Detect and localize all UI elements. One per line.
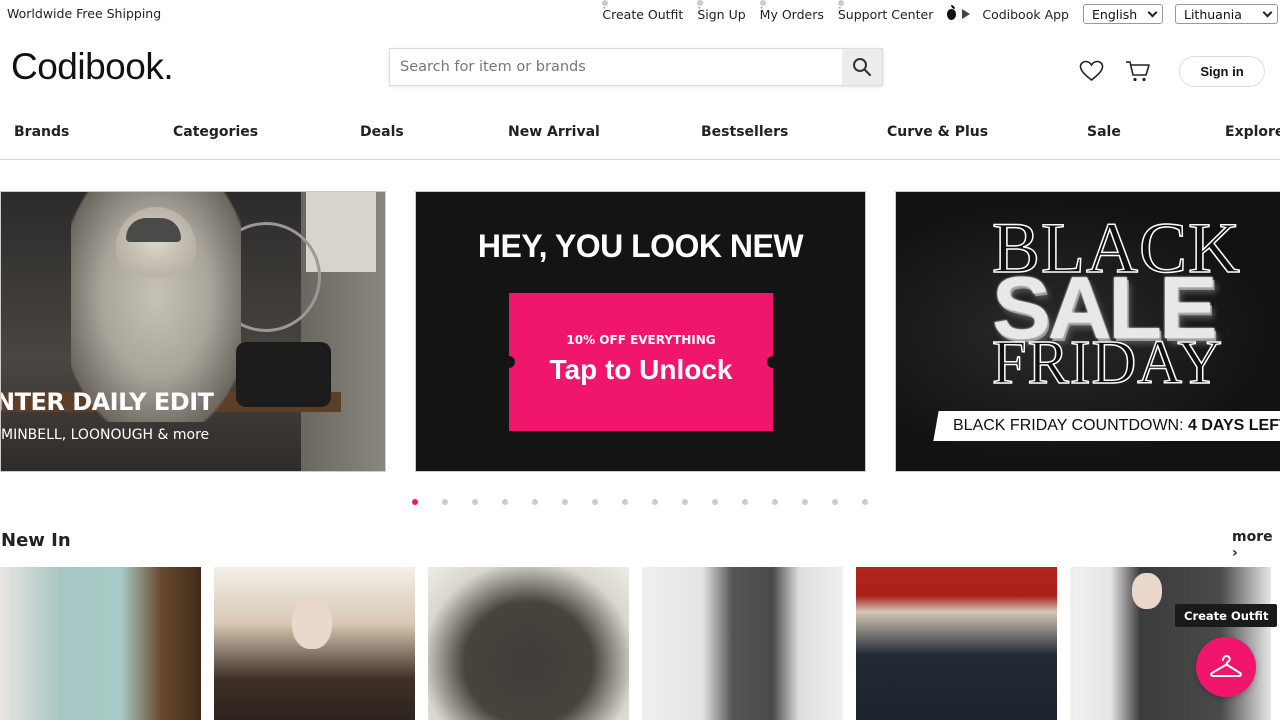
coupon-cta-text: Tap to Unlock — [549, 354, 733, 385]
hanger-icon — [1210, 655, 1242, 677]
carousel-dot[interactable] — [712, 499, 718, 505]
carousel-dot[interactable] — [832, 499, 838, 505]
product-card[interactable] — [856, 567, 1057, 720]
banner-subtitle: MINBELL, LOONOUGH & more — [1, 427, 210, 443]
carousel-dot[interactable] — [652, 499, 658, 505]
google-play-icon — [962, 9, 971, 19]
search-icon — [853, 58, 872, 77]
codibook-app-label: Codibook App — [982, 6, 1069, 22]
bullet: · — [697, 0, 704, 15]
create-outfit-link[interactable]: · Create Outfit — [602, 0, 684, 22]
main-nav: Brands Categories Deals New Arrival Best… — [0, 112, 1280, 160]
support-center-label: Support Center — [837, 6, 934, 22]
app-store-icons — [947, 4, 978, 20]
search-bar — [389, 48, 883, 86]
my-orders-label: My Orders — [759, 6, 824, 22]
countdown-days: 4 DAYS LEFT — [1187, 417, 1280, 434]
banner-black-friday[interactable]: BLACK SALE FRIDAY BLACK FRIDAY COUNTDOWN… — [895, 191, 1280, 472]
new-in-title: New In — [1, 530, 71, 551]
carousel-dot[interactable] — [742, 499, 748, 505]
bullet: · — [837, 0, 844, 15]
nav-sale[interactable]: Sale — [1087, 124, 1121, 140]
nav-bestsellers[interactable]: Bestsellers — [701, 124, 788, 140]
country-select[interactable]: Lithuania — [1175, 4, 1278, 24]
support-center-link[interactable]: · Support Center — [837, 0, 934, 22]
carousel-dot[interactable] — [472, 499, 478, 505]
carousel-dot[interactable] — [682, 499, 688, 505]
countdown-prefix: BLACK FRIDAY COUNTDOWN: — [953, 417, 1188, 434]
product-card[interactable] — [428, 567, 629, 720]
carousel-dot[interactable] — [532, 499, 538, 505]
nav-deals[interactable]: Deals — [360, 124, 404, 140]
carousel-dot[interactable] — [442, 499, 448, 505]
nav-categories[interactable]: Categories — [173, 124, 258, 140]
free-shipping-text: Worldwide Free Shipping — [7, 6, 162, 21]
create-outfit-label: Create Outfit — [602, 6, 684, 22]
countdown-text: BLACK FRIDAY COUNTDOWN: 4 DAYS LEFT — [953, 417, 1280, 435]
top-utility-bar: Worldwide Free Shipping · Create Outfit ·… — [0, 0, 1280, 28]
nav-explore[interactable]: Explore — [1225, 124, 1280, 140]
carousel-dot[interactable] — [502, 499, 508, 505]
carousel-dot[interactable] — [802, 499, 808, 505]
nav-curve-plus[interactable]: Curve & Plus — [887, 124, 988, 140]
chevron-down-icon — [1147, 7, 1158, 17]
chevron-down-icon — [1262, 7, 1273, 17]
language-value: English — [1092, 6, 1138, 22]
sign-up-link[interactable]: · Sign Up — [697, 0, 746, 22]
cart-icon[interactable] — [1125, 59, 1151, 83]
top-links: · Create Outfit · Sign Up · My Orders · Supp… — [602, 0, 1280, 28]
product-card[interactable] — [642, 567, 843, 720]
carousel-dot[interactable] — [622, 499, 628, 505]
carousel-dot[interactable] — [592, 499, 598, 505]
new-in-more-link[interactable]: more › — [1232, 529, 1280, 561]
site-logo[interactable]: Codibook. — [11, 46, 174, 88]
banner-title: NTER DAILY EDIT — [0, 388, 214, 416]
carousel-dot[interactable] — [562, 499, 568, 505]
banner-title: HEY, YOU LOOK NEW — [477, 228, 804, 264]
create-outfit-button[interactable] — [1196, 637, 1256, 697]
nav-brands[interactable]: Brands — [14, 124, 69, 140]
wishlist-heart-icon[interactable] — [1079, 60, 1104, 82]
coupon-ticket[interactable]: 10% OFF EVERYTHING Tap to Unlock — [503, 293, 779, 431]
banner-welcome-coupon[interactable]: HEY, YOU LOOK NEW 10% OFF EVERYTHING Tap… — [415, 191, 866, 472]
bullet: · — [759, 0, 766, 15]
search-button[interactable] — [842, 49, 882, 85]
carousel-dot[interactable] — [772, 499, 778, 505]
coupon-discount-text: 10% OFF EVERYTHING — [566, 333, 716, 347]
sign-up-label: Sign Up — [697, 6, 746, 22]
search-input[interactable] — [390, 49, 842, 85]
carousel-dot[interactable] — [412, 499, 418, 505]
carousel-dot[interactable] — [862, 499, 868, 505]
product-photo-face — [292, 597, 332, 649]
bullet: · — [602, 0, 609, 15]
banner-photo-bag — [236, 342, 331, 407]
my-orders-link[interactable]: · My Orders — [759, 0, 824, 22]
country-value: Lithuania — [1184, 6, 1242, 22]
friday-text: FRIDAY — [991, 329, 1224, 397]
banner-winter-daily-edit[interactable]: NTER DAILY EDIT MINBELL, LOONOUGH & more — [0, 191, 386, 472]
codibook-app-link[interactable]: Codibook App — [947, 4, 1069, 22]
product-card[interactable] — [214, 567, 415, 720]
language-select[interactable]: English — [1083, 4, 1163, 24]
product-card[interactable] — [0, 567, 201, 720]
nav-new-arrival[interactable]: New Arrival — [508, 124, 600, 140]
apple-icon — [947, 4, 957, 20]
banner-photo-cap — [126, 218, 181, 242]
product-photo-face — [1132, 573, 1162, 609]
sign-in-button[interactable]: Sign in — [1179, 56, 1265, 87]
create-outfit-tooltip: Create Outfit — [1175, 604, 1278, 627]
